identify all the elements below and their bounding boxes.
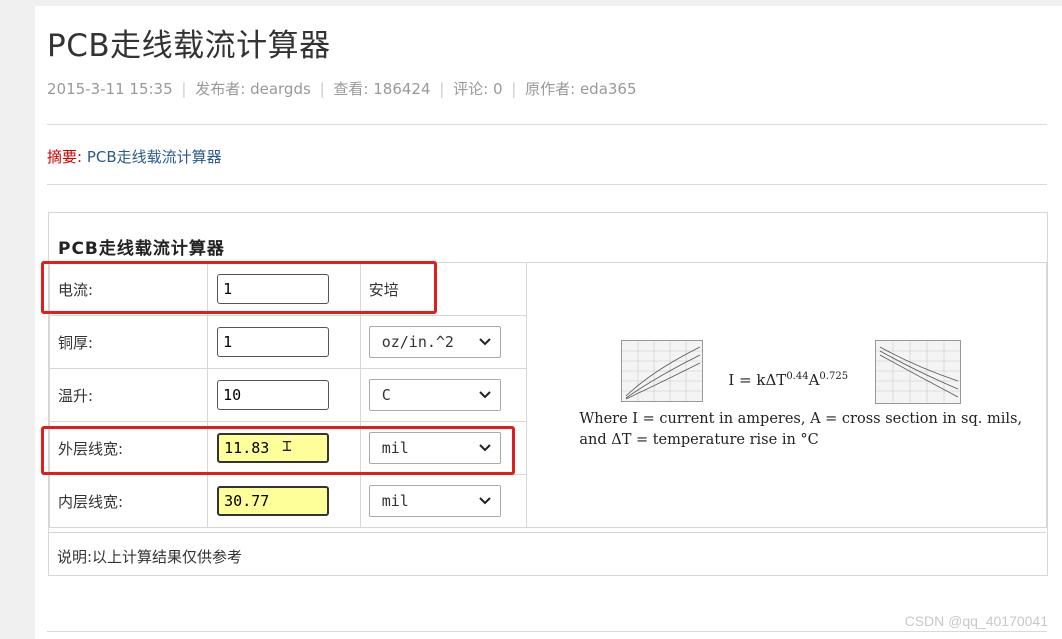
- meta-separator: |: [439, 80, 445, 98]
- thickness-input[interactable]: [217, 327, 330, 357]
- current-input[interactable]: [217, 274, 330, 304]
- divider: [47, 124, 1047, 125]
- divider: [47, 631, 1047, 632]
- width-graph-image: [875, 340, 962, 404]
- formula-part: I = kΔT: [728, 371, 787, 389]
- row-current: 电流: 安培: [48, 262, 1047, 528]
- current-unit: 安培: [368, 280, 399, 299]
- formula-exponent: 0.725: [819, 371, 849, 382]
- graph-chart-icon: [622, 341, 703, 401]
- thickness-label: 铜厚:: [48, 315, 209, 369]
- post-date: 2015-3-11 15:35: [47, 80, 173, 98]
- outer-width-label: 外层线宽:: [48, 421, 209, 475]
- view-count: 查看: 186424: [333, 80, 431, 98]
- select-value: oz/in.^2: [381, 333, 454, 351]
- chevron-down-icon: [479, 338, 491, 346]
- temp-unit-cell: C: [359, 368, 528, 422]
- graph-chart-icon: [876, 341, 961, 403]
- temp-label: 温升:: [48, 368, 209, 422]
- temp-unit-select[interactable]: C: [368, 379, 501, 411]
- article-page: PCB走线载流计算器 2015-3-11 15:35 | 发布者: deargd…: [35, 6, 1062, 639]
- formula-cell: I = kΔT0.44A0.725 Where I = current in a…: [526, 262, 1047, 528]
- thickness-unit-select[interactable]: oz/in.^2: [368, 326, 501, 358]
- formula-desc-line: Where I = current in amperes, A = cross …: [579, 411, 1023, 427]
- summary: 摘要: PCB走线载流计算器: [47, 146, 222, 167]
- current-label: 电流:: [48, 262, 209, 316]
- temp-input[interactable]: [217, 380, 330, 410]
- meta-separator: |: [319, 80, 325, 98]
- outer-width-result[interactable]: [217, 433, 330, 463]
- current-input-cell: [207, 262, 361, 316]
- summary-text: PCB走线载流计算器: [86, 148, 222, 166]
- formula-exponent: 0.44: [786, 371, 809, 382]
- article-meta: 2015-3-11 15:35 | 发布者: deargds | 查看: 186…: [47, 78, 637, 99]
- inner-width-label: 内层线宽:: [48, 474, 209, 528]
- original-author: 原作者: eda365: [525, 80, 637, 98]
- thickness-unit-cell: oz/in.^2: [359, 315, 528, 369]
- formula-description: Where I = current in amperes, A = cross …: [579, 409, 1022, 451]
- outer-width-input-cell: ⌶: [207, 421, 361, 475]
- divider: [47, 184, 1047, 185]
- comment-count: 评论: 0: [453, 80, 503, 98]
- thickness-input-cell: [207, 315, 361, 369]
- inner-width-unit-cell: mil: [359, 474, 528, 528]
- select-value: mil: [381, 439, 409, 457]
- chevron-down-icon: [479, 444, 491, 452]
- chevron-down-icon: [479, 497, 491, 505]
- formula-part: A: [808, 371, 820, 389]
- note-row: 说明:以上计算结果仅供参考: [49, 532, 1046, 575]
- current-graph-image: [621, 340, 704, 402]
- calculator-panel: PCB走线载流计算器 电流: 安培: [48, 212, 1048, 576]
- inner-width-input-cell: [207, 474, 361, 528]
- select-value: C: [381, 386, 391, 404]
- calculator-table: 电流: 安培: [48, 262, 1047, 528]
- temp-input-cell: [207, 368, 361, 422]
- select-value: mil: [381, 492, 409, 510]
- text-cursor-icon: ⌶: [282, 436, 292, 455]
- chevron-down-icon: [479, 391, 491, 399]
- calculator-title: PCB走线载流计算器: [58, 239, 225, 259]
- meta-separator: |: [181, 80, 187, 98]
- current-unit-cell: 安培: [359, 262, 528, 316]
- formula-desc-line: and ΔT = temperature rise in °C: [579, 432, 819, 448]
- meta-separator: |: [511, 80, 517, 98]
- outer-width-unit-cell: mil: [359, 421, 528, 475]
- summary-label: 摘要:: [47, 148, 83, 166]
- watermark: CSDN @qq_40170041: [904, 613, 1048, 629]
- inner-width-result[interactable]: [217, 486, 330, 516]
- disclaimer-note: 说明:以上计算结果仅供参考: [57, 548, 243, 566]
- inner-width-unit-select[interactable]: mil: [368, 485, 501, 517]
- outer-width-unit-select[interactable]: mil: [368, 432, 501, 464]
- publisher: 发布者: deargds: [195, 80, 311, 98]
- page-title: PCB走线载流计算器: [47, 28, 331, 64]
- formula-equation: I = kΔT0.44A0.725: [728, 371, 848, 389]
